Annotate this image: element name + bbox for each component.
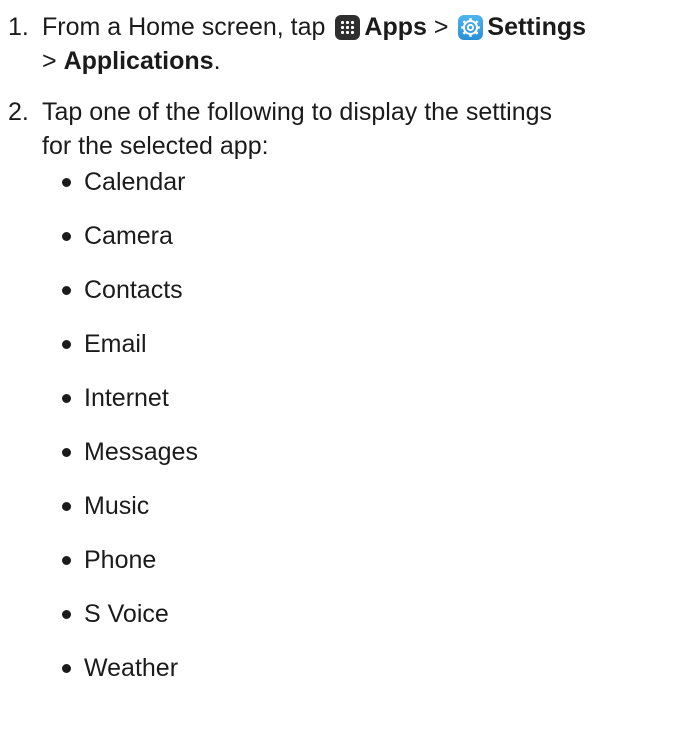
apps-grid-icon [335,15,361,40]
step-2-line-2: for the selected app: [42,132,269,160]
settings-label: Settings [487,13,587,41]
settings-gear-icon [458,15,484,40]
bullet-icon [62,664,71,673]
step-1-intro: From a Home screen, tap [42,13,326,41]
end-punctuation: . [213,47,221,75]
step-1-line-1: From a Home screen, tap Apps > Settings [42,10,682,44]
step-1-line-2: > Applications. [42,44,682,78]
instructions-document: 1. From a Home screen, tap Apps > Settin… [0,0,685,730]
bullet-icon [62,448,71,457]
step-text: From a Home screen, tap Apps > Settings … [42,10,682,78]
step-2-line-1: Tap one of the following to display the … [42,98,553,126]
applications-label: Applications [63,47,214,75]
bullet-icon [62,178,71,187]
bullet-icon [62,340,71,349]
bullet-icon [62,232,71,241]
bullet-icon [62,286,71,295]
bullet-icon [62,610,71,619]
bullet-icon [62,556,71,565]
step-text: Tap one of the following to display the … [42,95,682,163]
apps-label: Apps [364,13,427,41]
path-separator: > [42,47,57,75]
bullet-icon [62,394,71,403]
bullet-icon [62,502,71,511]
path-separator: > [433,13,449,41]
